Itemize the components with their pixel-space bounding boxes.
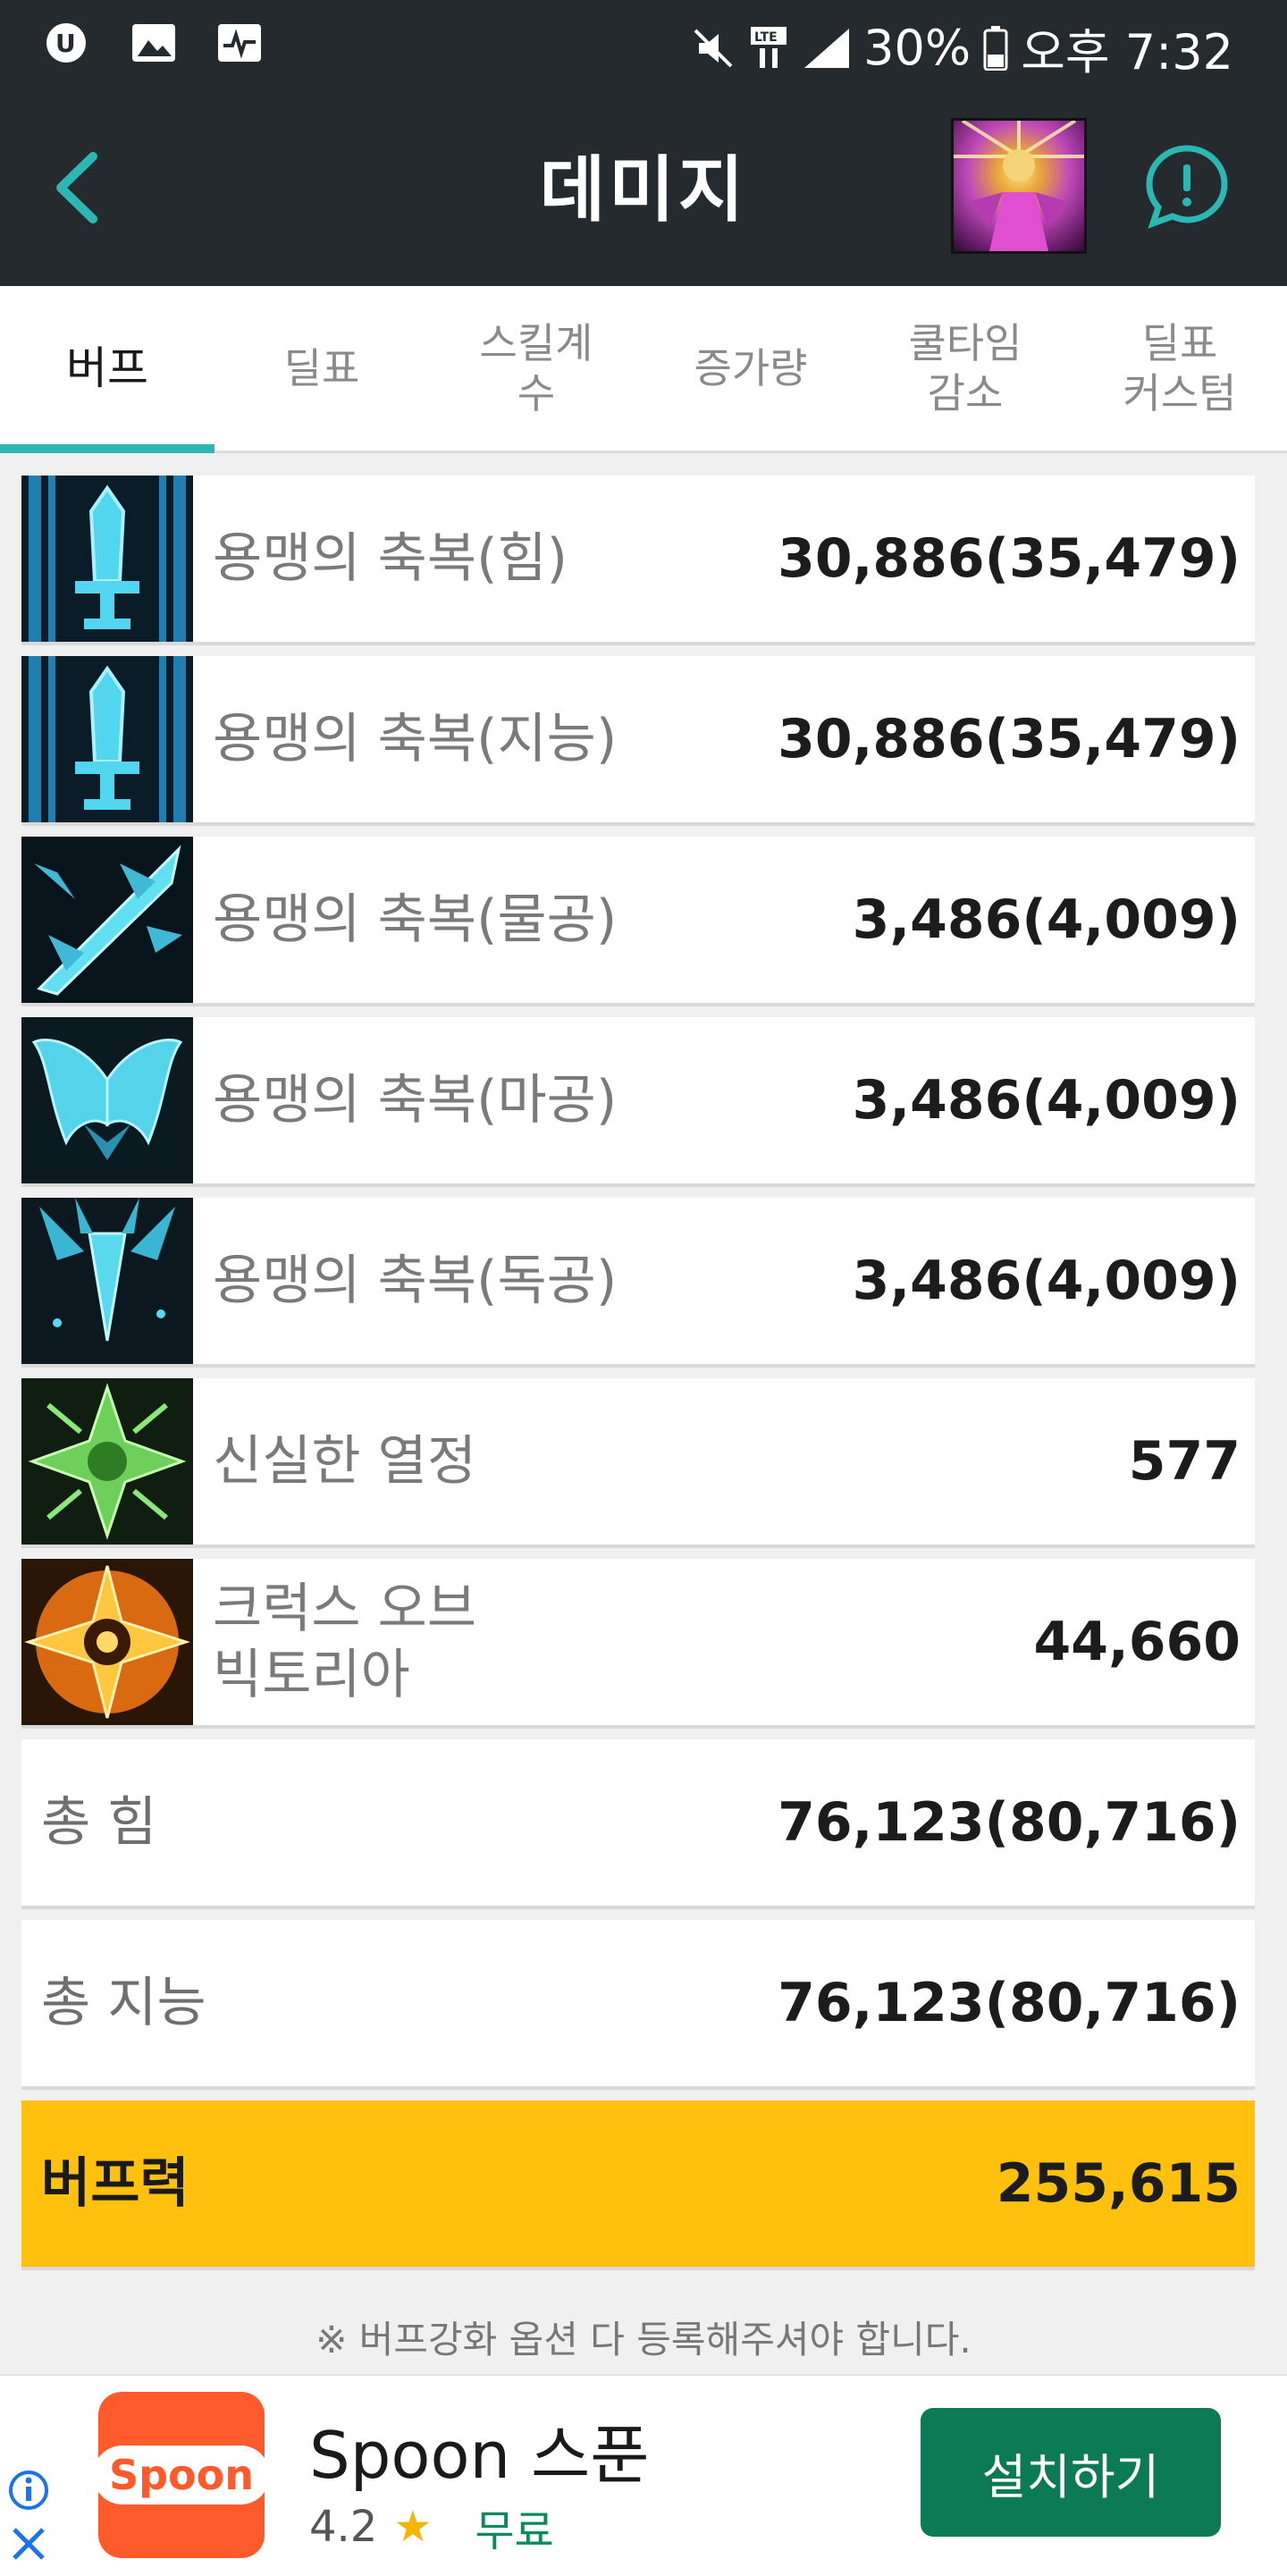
notification-icons: U [43,20,265,66]
mute-icon [692,27,735,70]
tab-buff[interactable]: 버프 [0,286,214,453]
buff-row: 신실한 열정 577 [21,1378,1255,1545]
character-class-image[interactable] [951,118,1087,254]
svg-text:LTE: LTE [754,30,778,45]
buff-power-row: 버프력 255,615 [21,2100,1255,2267]
buff-row: 용맹의 축복(마공) 3,486(4,009) [21,1017,1255,1183]
ad-close-icon[interactable] [7,2522,50,2565]
total-row: 총 힘 76,123(80,716) [21,1739,1255,1906]
buff-value: 3,486(4,009) [852,1069,1241,1132]
ad-logo-text: Spoon [93,2446,271,2504]
total-name: 총 지능 [41,1972,206,2034]
clock: 오후 7:32 [1021,24,1233,80]
gallery-icon [129,20,179,66]
buff-name: 용맹의 축복(지능) [213,708,618,770]
buff-row: 용맹의 축복(독공) 3,486(4,009) [21,1198,1255,1364]
battery-icon [983,25,1008,71]
buff-value: 44,660 [1033,1611,1241,1673]
buff-name: 크럭스 오브 빅토리아 [213,1578,477,1706]
buff-value: 577 [1128,1430,1241,1493]
battery-percent: 30% [863,20,972,76]
tab-damage-table[interactable]: 딜표 [214,286,429,450]
svg-text:U: U [55,29,76,58]
buff-name: 용맹의 축복(독공) [213,1250,618,1312]
footnote: ※ 버프강화 옵션 다 등록해주셔야 합니다. [315,2318,972,2361]
alert-bubble-icon [1146,145,1228,229]
total-value: 76,123(80,716) [778,1791,1241,1854]
sword-icon [21,476,193,642]
ad-price: 무료 [475,2506,554,2556]
total-row: 총 지능 76,123(80,716) [21,1920,1255,2086]
star-icon: ★ [393,2502,433,2552]
total-name: 총 힘 [41,1791,157,1854]
status-bar: U LTE 30% 오후 7:32 [0,0,1287,86]
slash-icon [21,837,193,1003]
buff-power-value: 255,615 [996,2152,1241,2215]
buff-value: 3,486(4,009) [852,1250,1241,1312]
total-value: 76,123(80,716) [778,1972,1241,2034]
page-title: 데미지 [539,148,748,232]
install-button[interactable]: 설치하기 [921,2408,1221,2537]
tab-skill-coefficient[interactable]: 스킬계 수 [429,286,644,450]
ad-title[interactable]: Spoon 스푼 [309,2403,650,2496]
blade-icon [21,1198,193,1364]
ad-info-icon[interactable] [7,2469,50,2512]
sword-icon [21,656,193,822]
buff-row: 용맹의 축복(힘) 30,886(35,479) [21,476,1255,642]
buff-row: 크럭스 오브 빅토리아 44,660 [21,1559,1255,1725]
signal-icon [803,27,851,70]
tab-damage-custom[interactable]: 딜표 커스텀 [1072,286,1287,450]
buff-name: 용맹의 축복(마공) [213,1069,618,1132]
buff-power-label: 버프력 [41,2152,189,2215]
buff-name: 신실한 열정 [213,1430,477,1493]
app-bar: 데미지 [0,86,1287,286]
ad-banner[interactable]: Spoon Spoon 스푼 4.2 ★ 무료 설치하기 [0,2374,1287,2576]
system-status: LTE 30% 오후 7:32 [692,13,1233,83]
wings-icon [21,1017,193,1183]
buff-list: 용맹의 축복(힘) 30,886(35,479) 용맹의 축복(지능) 30,8… [21,476,1255,2281]
crux-icon [21,1559,193,1725]
info-button[interactable] [1144,143,1230,229]
activity-icon [214,20,265,66]
buff-row: 용맹의 축복(지능) 30,886(35,479) [21,656,1255,822]
tab-increase[interactable]: 증가량 [644,286,858,450]
tab-bar: 버프 딜표 스킬계 수 증가량 쿨타임 감소 딜표 커스텀 [0,286,1287,453]
cross-icon [21,1378,193,1545]
lte-icon: LTE [747,25,790,72]
buff-value: 30,886(35,479) [778,527,1241,590]
buff-value: 3,486(4,009) [852,888,1241,951]
buff-name: 용맹의 축복(힘) [213,527,568,590]
ad-app-logo[interactable]: Spoon [93,2392,271,2558]
buff-row: 용맹의 축복(물공) 3,486(4,009) [21,837,1255,1003]
ad-rating: 4.2 [309,2502,378,2552]
ad-meta: 4.2 ★ 무료 [309,2496,554,2558]
buff-name: 용맹의 축복(물공) [213,888,618,951]
tab-cooldown[interactable]: 쿨타임 감소 [858,286,1072,450]
uplus-icon: U [43,20,93,66]
buff-value: 30,886(35,479) [778,708,1241,770]
